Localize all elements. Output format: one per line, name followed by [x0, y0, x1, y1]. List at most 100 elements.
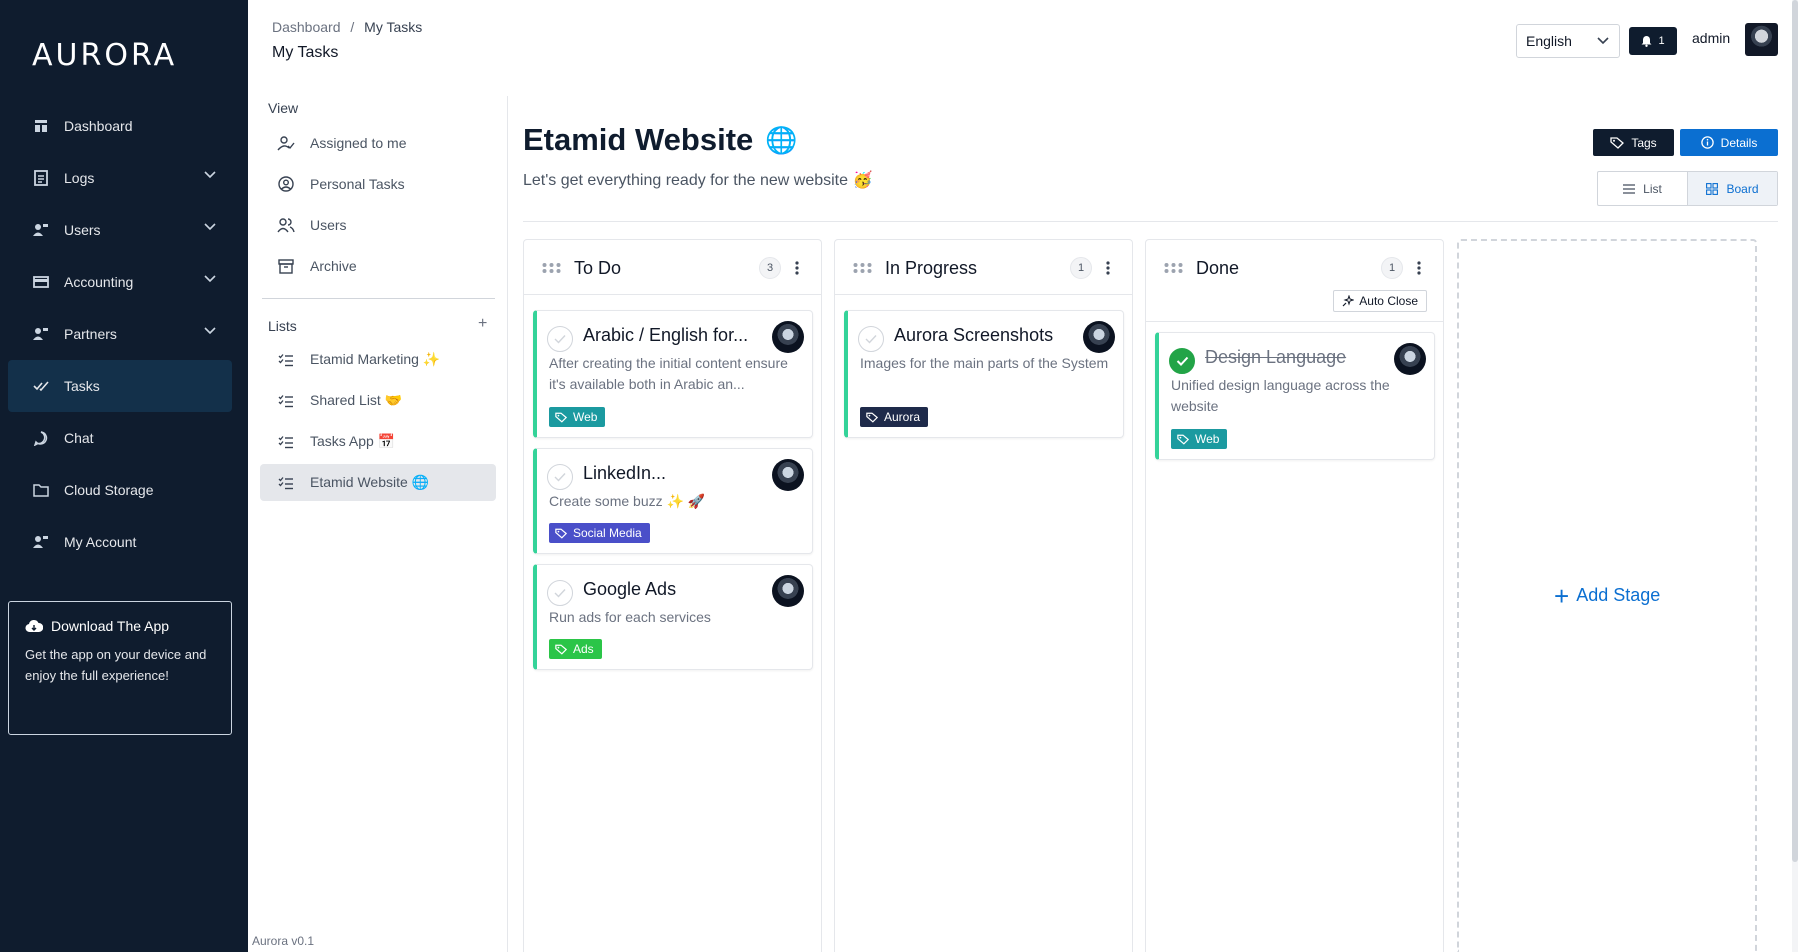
tag-icon — [1177, 434, 1189, 445]
sidebar-item-label: Accounting — [64, 274, 134, 290]
tags-button-label: Tags — [1631, 135, 1657, 150]
board-title-text: Etamid Website — [523, 122, 754, 157]
breadcrumb-separator: / — [350, 19, 355, 35]
sidebar-item-logs[interactable]: Logs — [8, 152, 232, 204]
view-item-personal-tasks[interactable]: Personal Tasks — [260, 165, 496, 202]
sidebar-item-dashboard[interactable]: Dashboard — [8, 100, 232, 152]
task-tag[interactable]: Aurora — [860, 407, 929, 427]
task-title: Google Ads — [583, 579, 677, 599]
account-icon — [32, 533, 50, 551]
task-tag[interactable]: Web — [549, 407, 606, 427]
add-list-button[interactable]: + — [478, 315, 487, 333]
task-card[interactable]: Google Ads Run ads for each services Ads — [533, 564, 813, 670]
task-check-toggle[interactable] — [547, 326, 573, 352]
task-check-toggle[interactable] — [547, 580, 573, 606]
page-scrollbar[interactable] — [1792, 0, 1798, 952]
sidebar-item-tasks[interactable]: Tasks — [8, 360, 232, 412]
stage-column-done: Done 1 Auto Close Design Language Unifie… — [1145, 239, 1444, 952]
sidebar-item-cloud-storage[interactable]: Cloud Storage — [8, 464, 232, 516]
language-select[interactable]: English — [1516, 24, 1620, 58]
globe-icon: 🌐 — [765, 124, 798, 155]
sidebar-item-accounting[interactable]: Accounting — [8, 256, 232, 308]
drag-handle-icon[interactable] — [853, 263, 873, 273]
stage-column-in-progress: In Progress 1 Aurora Screenshots Images … — [834, 239, 1133, 952]
sidebar-item-label: Chat — [64, 430, 94, 446]
breadcrumb-current: My Tasks — [364, 19, 423, 35]
sidebar-item-chat[interactable]: Chat — [8, 412, 232, 464]
board-divider — [523, 221, 1778, 222]
view-item-archive[interactable]: Archive — [260, 247, 496, 284]
task-check-toggle[interactable] — [1169, 348, 1195, 374]
grid-icon — [1706, 182, 1719, 195]
stage-title: To Do — [574, 258, 622, 278]
task-tag-label: Web — [1195, 432, 1220, 446]
list-view-button[interactable]: List — [1598, 172, 1687, 205]
task-check-toggle[interactable] — [858, 326, 884, 352]
view-item-label: Users — [310, 216, 347, 233]
kebab-menu-icon[interactable] — [1106, 261, 1110, 275]
check-icon — [554, 335, 566, 344]
task-tag[interactable]: Ads — [549, 639, 602, 659]
view-heading: View — [268, 100, 299, 116]
sidebar-item-partners[interactable]: Partners — [8, 308, 232, 360]
chevron-down-icon — [204, 327, 216, 335]
list-item-etamid-marketing[interactable]: Etamid Marketing ✨ — [260, 341, 496, 378]
app-logo[interactable]: AURORA — [32, 38, 177, 73]
chevron-down-icon — [1597, 37, 1609, 45]
page-title: My Tasks — [272, 44, 339, 61]
scrollbar-thumb[interactable] — [1792, 0, 1798, 862]
task-tag[interactable]: Social Media — [549, 523, 650, 543]
avatar[interactable] — [1083, 321, 1115, 353]
view-item-label: Archive — [310, 257, 357, 274]
drag-handle-icon[interactable] — [1164, 263, 1184, 273]
partners-icon — [32, 325, 50, 343]
tags-button[interactable]: Tags — [1593, 129, 1674, 156]
sidebar-item-my-account[interactable]: My Account — [8, 516, 232, 568]
breadcrumb-dashboard[interactable]: Dashboard — [272, 19, 341, 35]
sparkle-icon — [1342, 295, 1355, 307]
task-card[interactable]: Arabic / English for... After creating t… — [533, 310, 813, 438]
download-title-text: Download The App — [51, 618, 170, 634]
avatar[interactable] — [1394, 343, 1426, 375]
add-stage-button[interactable]: + Add Stage — [1554, 583, 1660, 609]
panel-divider — [262, 298, 495, 299]
list-item-tasks-app[interactable]: Tasks App 📅 — [260, 423, 496, 460]
drag-handle-icon[interactable] — [542, 263, 562, 273]
archive-icon — [277, 257, 295, 275]
notification-count: 1 — [1658, 35, 1665, 47]
task-description: After creating the initial content ensur… — [549, 355, 788, 392]
list-item-etamid-website[interactable]: Etamid Website 🌐 — [260, 464, 496, 501]
auto-close-button[interactable]: Auto Close — [1333, 290, 1427, 312]
board-view-button[interactable]: Board — [1687, 172, 1777, 205]
download-app-card[interactable]: Download The App Get the app on your dev… — [8, 601, 232, 735]
task-check-toggle[interactable] — [547, 464, 573, 490]
check-icon — [1176, 356, 1188, 366]
sidebar-item-label: Logs — [64, 170, 95, 186]
task-card[interactable]: Aurora Screenshots Images for the main p… — [844, 310, 1124, 438]
view-item-assigned-to-me[interactable]: Assigned to me — [260, 124, 496, 161]
task-card[interactable]: Design Language Unified design language … — [1155, 332, 1435, 460]
download-title: Download The App — [25, 618, 215, 634]
avatar[interactable] — [772, 321, 804, 353]
list-item-shared-list[interactable]: Shared List 🤝 — [260, 382, 496, 419]
sidebar-nav: Dashboard Logs Users Accounting Partners… — [8, 100, 232, 568]
kebab-menu-icon[interactable] — [1417, 261, 1421, 275]
task-title: Arabic / English for... — [583, 325, 749, 345]
task-card[interactable]: LinkedIn... Create some buzz ✨ 🚀 Social … — [533, 448, 813, 554]
username[interactable]: admin — [1692, 30, 1730, 46]
notifications-button[interactable]: 1 — [1629, 27, 1677, 55]
bell-icon — [1641, 36, 1652, 47]
avatar[interactable] — [1745, 23, 1778, 56]
sidebar-item-users[interactable]: Users — [8, 204, 232, 256]
details-button[interactable]: Details — [1680, 129, 1778, 156]
kebab-menu-icon[interactable] — [795, 261, 799, 275]
list-icon — [1623, 183, 1636, 194]
app-version: Aurora v0.1 — [252, 934, 315, 948]
avatar[interactable] — [772, 575, 804, 607]
task-description: Run ads for each services — [549, 609, 711, 625]
avatar[interactable] — [772, 459, 804, 491]
sidebar: AURORA Dashboard Logs Users Accounting P… — [0, 0, 248, 952]
view-item-users[interactable]: Users — [260, 206, 496, 243]
check-icon — [554, 589, 566, 598]
task-tag[interactable]: Web — [1171, 429, 1228, 449]
